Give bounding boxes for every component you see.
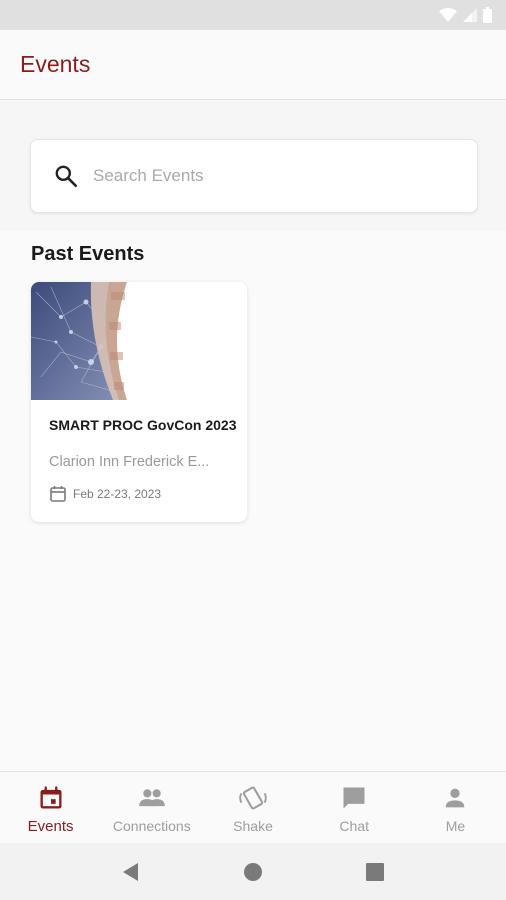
- event-name: SMART PROC GovCon 2023: [49, 417, 237, 433]
- recents-square-icon: [366, 862, 384, 881]
- nav-label: Connections: [112, 818, 191, 834]
- event-date-row: Feb 22-23, 2023: [49, 485, 161, 503]
- back-triangle-icon: [123, 862, 138, 881]
- chat-bubble-icon: [343, 787, 365, 809]
- event-card[interactable]: SMART PROC GovCon 2023 Clarion Inn Frede…: [31, 282, 247, 522]
- event-venue: Clarion Inn Frederick E...: [49, 454, 210, 470]
- nav-item-chat[interactable]: Chat: [304, 772, 405, 843]
- wifi-icon: [439, 8, 457, 22]
- page-title: Events: [20, 51, 91, 77]
- shake-phone-icon: [239, 786, 267, 810]
- app-bar: Events: [0, 30, 506, 100]
- nav-label: Shake: [233, 818, 273, 834]
- recents-button[interactable]: [360, 857, 390, 887]
- person-icon: [446, 788, 465, 808]
- nav-label: Me: [445, 818, 466, 834]
- past-events-heading: Past Events: [31, 243, 145, 265]
- nav-item-connections[interactable]: Connections: [101, 772, 202, 843]
- battery-icon: [483, 7, 492, 23]
- back-button[interactable]: [116, 857, 146, 887]
- event-banner-image: [31, 282, 247, 400]
- cellular-signal-icon: [463, 8, 477, 22]
- people-icon: [138, 789, 165, 807]
- status-bar: [0, 0, 506, 30]
- event-date: Feb 22-23, 2023: [73, 487, 162, 501]
- system-nav-bar: [0, 843, 506, 900]
- calendar-icon: [50, 486, 66, 502]
- search-icon: [55, 165, 78, 188]
- nav-label: Chat: [339, 818, 369, 834]
- nav-item-me[interactable]: Me: [405, 772, 506, 843]
- nav-item-events[interactable]: Events: [0, 772, 101, 843]
- home-circle-icon: [244, 862, 262, 881]
- bottom-nav: Events Connections Shake Chat Me: [0, 771, 506, 843]
- search-area: [0, 101, 506, 231]
- calendar-icon: [40, 786, 62, 809]
- home-button[interactable]: [238, 857, 268, 887]
- search-input[interactable]: [93, 166, 453, 186]
- search-box[interactable]: [30, 139, 478, 213]
- nav-label: Events: [27, 818, 74, 835]
- nav-item-shake[interactable]: Shake: [202, 772, 303, 843]
